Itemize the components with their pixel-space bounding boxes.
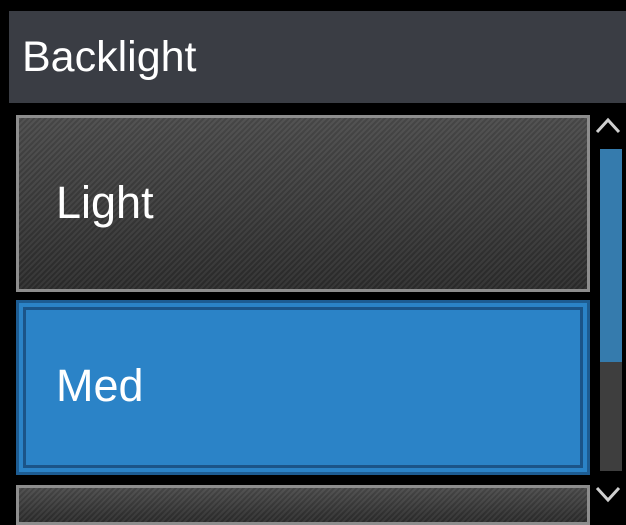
menu-item-light[interactable]: Light — [16, 115, 590, 292]
menu-item-next[interactable] — [16, 485, 590, 525]
menu-item-label: Med — [56, 360, 144, 411]
scrollbar-track[interactable] — [600, 149, 622, 471]
chevron-up-icon[interactable] — [593, 114, 623, 136]
menu-list: Light Med — [0, 103, 626, 525]
scrollbar-thumb[interactable] — [600, 149, 622, 362]
header-bar: Backlight — [9, 11, 626, 103]
chevron-down-icon[interactable] — [593, 484, 623, 506]
menu-item-med[interactable]: Med — [16, 300, 590, 475]
backlight-screen: Backlight Light Med — [0, 0, 626, 525]
menu-item-label: Light — [56, 177, 154, 228]
page-title: Backlight — [22, 33, 197, 81]
